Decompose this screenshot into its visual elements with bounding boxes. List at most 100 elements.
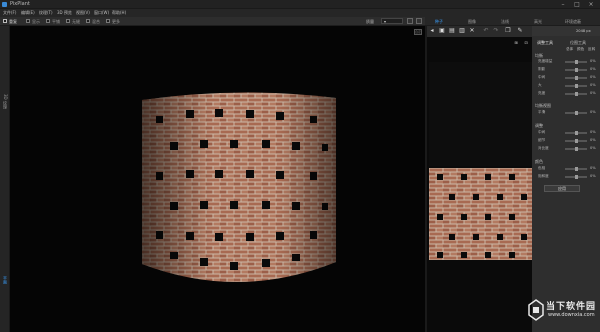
row-value: 0% (590, 174, 596, 178)
save-as-icon[interactable]: ▥ (459, 28, 465, 34)
right-panel-tabs: 种子 图像 法线 高光 环境遮蔽 (425, 17, 600, 26)
row-slider[interactable] (565, 175, 587, 179)
row-slider[interactable] (565, 92, 587, 96)
menu-help[interactable]: 帮助(H) (112, 10, 126, 16)
menu-file[interactable]: 文件(F) (3, 10, 16, 16)
row-value: 0% (590, 83, 596, 87)
option-checkbox-2[interactable] (46, 19, 50, 23)
quality-label: 质量 (366, 19, 374, 24)
row-label: 大 (538, 83, 542, 87)
row-label: 平滑 (538, 110, 546, 114)
subtab-overall[interactable]: 总体 (566, 47, 573, 52)
row-label: 对比度 (538, 146, 549, 150)
row-slider[interactable] (565, 84, 587, 88)
menu-bar: 文件(F) 编辑(E) 纹理(T) 3D 预览 视图(V) 窗口(W) 帮助(H… (0, 9, 600, 17)
window-title: PixPlant (10, 1, 30, 7)
menu-edit[interactable]: 编辑(E) (21, 10, 35, 16)
row-value: 0% (590, 75, 596, 79)
option-label-2: 平铺 (52, 19, 60, 24)
side-tab-plane[interactable]: 平面 (2, 276, 8, 284)
delete-icon[interactable]: ✕ (469, 28, 475, 34)
texture-image[interactable] (429, 168, 532, 260)
tool-icon[interactable]: ✎ (517, 28, 523, 34)
tile-checkbox[interactable] (3, 19, 7, 23)
3d-viewport[interactable]: 自定 (10, 26, 425, 332)
row-slider[interactable] (565, 167, 587, 171)
watermark: 当下软件园 www.downxia.com (528, 295, 596, 325)
row-value: 0% (590, 166, 596, 170)
open-icon[interactable]: ▣ (439, 28, 445, 34)
row-value: 0% (590, 110, 596, 114)
left-side-strip: 3D 纹理 平面 (0, 26, 10, 332)
subtab-color[interactable]: 颜色 (577, 47, 584, 52)
play-icon[interactable]: ◂ (429, 28, 435, 34)
watermark-url: www.downxia.com (548, 312, 595, 318)
app-icon (2, 2, 7, 7)
row-value: 0% (590, 91, 596, 95)
option-checkbox-4[interactable] (86, 19, 90, 23)
copy-icon[interactable]: ❐ (505, 28, 511, 34)
redo-icon[interactable]: ↷ (493, 28, 499, 34)
props-header: 2048 px (532, 26, 600, 36)
row-label: 亮度增益 (538, 59, 553, 63)
watermark-text: 当下软件园 (546, 302, 597, 312)
option-checkbox-1[interactable] (26, 19, 30, 23)
close-button[interactable]: × (585, 1, 597, 8)
texture-preview-panel: ◂ ▣ ▤ ▥ ✕ ↶ ↷ ❐ ✎ ⊞ ⊡ (425, 26, 532, 332)
properties-panel: 2048 px 调整工具 位图工具 总体 颜色 反转 均衡 亮度增益 0% 阴影… (532, 26, 600, 332)
row-slider[interactable] (565, 60, 587, 64)
menu-3d-preview[interactable]: 3D 预览 (57, 10, 72, 16)
undo-icon[interactable]: ↶ (483, 28, 489, 34)
section-color: 颜色 (535, 159, 543, 164)
section-equalize-view: 均衡视图 (535, 103, 551, 108)
row-value: 0% (590, 59, 596, 63)
row-slider[interactable] (565, 131, 587, 135)
section-adjust: 调整 (535, 123, 543, 128)
tab-bitmap-tools[interactable]: 位图工具 (570, 40, 586, 46)
tab-seed[interactable]: 种子 (435, 19, 443, 25)
option-checkbox-5[interactable] (106, 19, 110, 23)
option-checkbox-3[interactable] (66, 19, 70, 23)
row-slider[interactable] (565, 147, 587, 151)
row-value: 0% (590, 67, 596, 71)
option-label-3: 无缝 (72, 19, 80, 24)
preview-zoom-icon[interactable]: ⊞ (513, 40, 519, 46)
row-label: 饱和度 (538, 174, 549, 178)
option-label-1: 显示 (32, 19, 40, 24)
tab-adjust-tools[interactable]: 调整工具 (537, 40, 553, 46)
menu-window[interactable]: 窗口(W) (94, 10, 109, 16)
row-label: 中间 (538, 130, 546, 134)
side-tab-3d-texture[interactable]: 3D 纹理 (2, 94, 8, 109)
row-slider[interactable] (565, 76, 587, 80)
row-slider[interactable] (565, 68, 587, 72)
menu-view[interactable]: 视图(V) (76, 10, 90, 16)
watermark-logo-icon (528, 299, 544, 321)
option-label-5: 更多 (112, 19, 120, 24)
settings-icon[interactable] (416, 18, 422, 24)
menu-texture[interactable]: 纹理(T) (39, 10, 53, 16)
preview-empty-canvas (429, 62, 532, 166)
row-value: 0% (590, 146, 596, 150)
tab-ambient-occlusion[interactable]: 环境遮蔽 (565, 19, 581, 25)
tab-specular[interactable]: 高光 (534, 19, 542, 25)
preview-toolbar: ◂ ▣ ▤ ▥ ✕ ↶ ↷ ❐ ✎ (427, 26, 532, 37)
row-label: 中间 (538, 75, 546, 79)
minimize-button[interactable]: – (557, 1, 569, 8)
viewport-toolbar: 重复 显示 平铺 无缝 混合 更多 质量 ▾ (0, 17, 425, 26)
subtab-invert[interactable]: 反转 (588, 47, 595, 52)
view-mode-icon[interactable] (407, 18, 413, 24)
row-slider[interactable] (565, 139, 587, 143)
preview-fit-icon[interactable]: ⊡ (523, 40, 529, 46)
tab-normal[interactable]: 法线 (501, 19, 509, 25)
maximize-button[interactable]: □ (571, 1, 583, 8)
save-icon[interactable]: ▤ (449, 28, 455, 34)
option-label-4: 混合 (92, 19, 100, 24)
row-label: 亮度 (538, 91, 546, 95)
row-slider[interactable] (565, 111, 587, 115)
tile-label: 重复 (9, 19, 17, 24)
apply-button[interactable]: 应用 (544, 185, 580, 192)
size-value: 2048 px (576, 29, 591, 33)
tab-image[interactable]: 图像 (468, 19, 476, 25)
quality-select[interactable]: ▾ (381, 18, 403, 24)
row-label: 阴影 (538, 67, 546, 71)
